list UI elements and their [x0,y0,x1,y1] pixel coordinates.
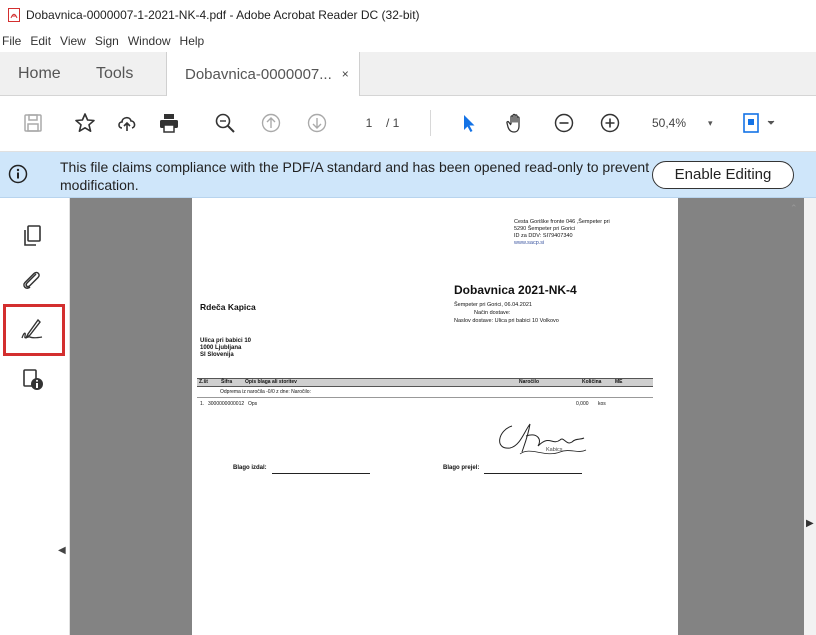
upload-icon[interactable] [114,110,140,136]
row-description: Ops [248,401,258,407]
th-no: Z.št [199,379,208,385]
menu-file[interactable]: File [2,34,21,48]
handwritten-signature [499,423,587,455]
protect-icon[interactable] [18,366,46,394]
row-code: 3000000000012 [208,401,245,407]
attachment-icon[interactable] [18,266,46,294]
info-icon [8,164,28,184]
customer-street: Ulica pri babici 10 [200,338,252,344]
menu-help[interactable]: Help [180,34,205,48]
tab-document-label: Dobavnica-0000007... [185,65,332,83]
pdf-page: Cesta Goriške fronte 046 ,Šempeter pri 5… [192,198,678,635]
enable-editing-button[interactable]: Enable Editing [652,161,794,189]
row-unit: kos [598,401,606,407]
row-quantity: 0,000 [576,401,589,407]
page-total: / 1 [386,116,400,130]
tab-document[interactable]: Dobavnica-0000007... × [166,52,360,96]
scroll-up-icon[interactable]: ⌃ [790,203,798,214]
sender-vat-id: ID za DDV: SI79407340 [514,233,573,239]
customer-country: SI Slovenija [200,352,234,358]
expand-right-panel-icon[interactable]: ▶ [806,518,814,529]
collapse-left-panel-icon[interactable]: ◀ [58,545,66,556]
pages-icon[interactable] [18,222,46,250]
menu-window[interactable]: Window [128,34,171,48]
table-divider [197,397,653,398]
sender-website: www.sacp.si [514,240,545,246]
page-fit-icon[interactable] [740,110,780,136]
page-down-icon[interactable] [304,110,330,136]
row-number: 1. [200,401,205,407]
received-by-line [484,473,582,474]
issued-by-label: Blago izdal: [233,465,267,471]
signature-printed-name: Kabics [546,447,563,453]
pdfa-notification-banner: This file claims compliance with the PDF… [0,152,816,198]
tab-tools[interactable]: Tools [96,52,133,96]
tab-bar: Home Tools Dobavnica-0000007... × [0,52,816,96]
acrobat-pdf-icon [8,8,20,22]
title-bar: Dobavnica-0000007-1-2021-NK-4.pdf - Adob… [0,0,816,30]
zoom-dropdown-icon[interactable]: ▾ [708,112,713,134]
select-cursor-icon[interactable] [456,110,482,136]
th-unit: ME [615,379,623,385]
customer-city: 1000 Ljubljana [200,345,242,351]
sender-address-line2: 5290 Šempeter pri Gorici [514,226,576,232]
th-description: Opis blaga ali storitev [245,379,297,385]
th-order: Naročilo [519,379,540,385]
page-number-input[interactable]: 1 [354,112,384,134]
place-date: Šempeter pri Gorici, 06.04.2021 [454,302,532,308]
zoom-level[interactable]: 50,4% [652,112,686,134]
tab-close-icon[interactable]: × [342,67,349,81]
order-note: Odprema iz naročila -0/0 z dne: Naročilo… [220,389,311,395]
window-title: Dobavnica-0000007-1-2021-NK-4.pdf - Adob… [26,8,420,22]
received-by-label: Blago prejel: [443,465,480,471]
document-title: Dobavnica 2021-NK-4 [454,283,577,297]
menu-bar: File Edit View Sign Window Help [0,30,816,52]
delivery-address: Naslov dostave: Ulica pri babici 10 Volk… [454,318,559,324]
menu-edit[interactable]: Edit [30,34,51,48]
banner-message: This file claims compliance with the PDF… [60,159,650,193]
hand-icon[interactable] [502,110,528,136]
save-icon[interactable] [20,110,46,136]
star-icon[interactable] [72,110,98,136]
items-table-header: Z.št Šifra Opis blaga ali storitev Naroč… [197,378,653,387]
vertical-scrollbar[interactable] [804,198,816,635]
print-icon[interactable] [156,110,182,136]
zoom-in-icon[interactable] [597,110,623,136]
th-code: Šifra [221,379,233,385]
menu-view[interactable]: View [60,34,86,48]
toolbar-divider [430,110,431,136]
left-tool-rail [0,198,70,635]
menu-sign[interactable]: Sign [95,34,119,48]
toolbar: 1 / 1 50,4% ▾ [0,96,816,152]
delivery-method: Način dostave: [474,310,511,316]
zoom-search-icon[interactable] [212,110,238,136]
page-up-icon[interactable] [258,110,284,136]
th-quantity: Količina [582,379,602,385]
issued-by-line [272,473,370,474]
tab-home[interactable]: Home [18,52,61,96]
customer-name: Rdeča Kapica [200,302,256,312]
sender-address-line1: Cesta Goriške fronte 046 ,Šempeter pri [514,219,610,225]
zoom-out-icon[interactable] [551,110,577,136]
document-viewer[interactable]: Cesta Goriške fronte 046 ,Šempeter pri 5… [70,198,804,635]
signature-tool-highlight [3,304,65,356]
